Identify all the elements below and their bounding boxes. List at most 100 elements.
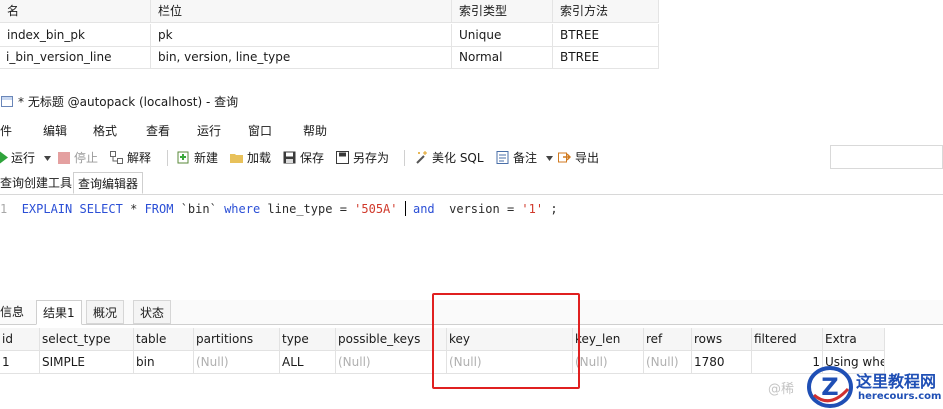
tab-query-editor[interactable]: 查询编辑器: [73, 172, 144, 194]
sql-string: '1': [521, 202, 544, 216]
tab-status[interactable]: 状态: [133, 300, 172, 324]
comment-icon: [496, 151, 509, 164]
column-header-extra[interactable]: Extra: [823, 328, 885, 350]
sql-keyword: FROM: [144, 202, 174, 216]
menu-bar: 文件 编辑 格式 查看 运行 窗口 帮助: [0, 120, 943, 142]
save-as-button[interactable]: 另存为: [336, 145, 389, 171]
tab-result-1[interactable]: 结果1: [36, 300, 82, 325]
cell-id[interactable]: 1: [0, 351, 40, 373]
index-method-cell[interactable]: BTREE: [553, 24, 659, 46]
stop-button[interactable]: 停止: [58, 145, 98, 171]
index-name-cell[interactable]: index_bin_pk: [0, 24, 151, 46]
site-logo-icon: Z: [807, 366, 853, 408]
index-header-method[interactable]: 索引方法: [553, 0, 659, 22]
menu-run[interactable]: 运行: [197, 120, 221, 142]
column-header-type[interactable]: type: [280, 328, 336, 350]
column-header-partitions[interactable]: partitions: [194, 328, 280, 350]
toolbar-divider: [167, 150, 168, 166]
cell-table[interactable]: bin: [134, 351, 194, 373]
index-header-columns[interactable]: 栏位: [151, 0, 452, 22]
sql-column: line_type: [267, 202, 333, 216]
table-row[interactable]: index_bin_pk pk Unique BTREE: [0, 24, 659, 47]
new-button[interactable]: 新建: [177, 145, 218, 171]
site-name: 这里教程网: [856, 372, 937, 391]
sql-keyword: SELECT: [79, 202, 123, 216]
menu-window[interactable]: 窗口: [248, 120, 272, 142]
column-header-possible-keys[interactable]: possible_keys: [336, 328, 447, 350]
tab-query-builder[interactable]: 查询创建工具: [0, 172, 76, 194]
comment-label: 备注: [513, 151, 538, 165]
cell-key-len[interactable]: (Null): [573, 351, 644, 373]
cell-type[interactable]: ALL: [280, 351, 336, 373]
save-button[interactable]: 保存: [283, 145, 324, 171]
chevron-down-icon[interactable]: [545, 156, 553, 161]
tab-profile[interactable]: 概况: [86, 300, 125, 324]
cell-possible-keys[interactable]: (Null): [336, 351, 447, 373]
toolbar-divider: [404, 150, 405, 166]
column-header-key-len[interactable]: key_len: [573, 328, 644, 350]
table-row[interactable]: i_bin_version_line bin, version, line_ty…: [0, 46, 659, 69]
search-input[interactable]: [830, 145, 943, 169]
index-method-cell[interactable]: BTREE: [553, 46, 659, 68]
sql-token: *: [130, 202, 138, 216]
window-titlebar: * 无标题 @autopack (localhost) - 查询: [0, 91, 943, 113]
menu-edit[interactable]: 编辑: [43, 120, 67, 142]
export-icon: [558, 152, 571, 163]
cell-rows[interactable]: 1780: [692, 351, 752, 373]
logo-letter: Z: [821, 373, 838, 401]
text-caret: [404, 201, 406, 216]
index-type-cell[interactable]: Normal: [452, 46, 553, 68]
sql-token: ;: [550, 202, 558, 216]
column-header-table[interactable]: table: [134, 328, 194, 350]
cell-partitions[interactable]: (Null): [194, 351, 280, 373]
stop-icon: [58, 152, 70, 164]
save-as-icon: [336, 151, 349, 164]
index-header-type[interactable]: 索引类型: [452, 0, 553, 22]
menu-format[interactable]: 格式: [93, 120, 117, 142]
sql-token: =: [339, 202, 347, 216]
column-header-ref[interactable]: ref: [644, 328, 692, 350]
run-button[interactable]: 运行: [0, 145, 51, 171]
editor-tabs: 查询创建工具 查询编辑器: [0, 172, 943, 195]
comment-button[interactable]: 备注: [496, 145, 553, 171]
index-type-cell[interactable]: Unique: [452, 24, 553, 46]
menu-file[interactable]: 文件: [0, 120, 12, 142]
beautify-sql-button[interactable]: 美化 SQL: [415, 145, 484, 171]
sql-keyword: where: [224, 202, 261, 216]
column-header-id[interactable]: id: [0, 328, 40, 350]
menu-view[interactable]: 查看: [146, 120, 170, 142]
index-name-cell[interactable]: i_bin_version_line: [0, 46, 151, 68]
site-url: herecours.com: [858, 391, 942, 402]
load-button[interactable]: 加载: [230, 145, 271, 171]
menu-help[interactable]: 帮助: [303, 120, 327, 142]
line-number: 1: [0, 202, 8, 216]
index-header-name[interactable]: 名: [0, 0, 151, 22]
sql-column: version: [449, 202, 500, 216]
chevron-down-icon[interactable]: [43, 156, 51, 161]
watermark-text: @稀: [768, 382, 795, 397]
explain-label: 解释: [127, 151, 152, 165]
toolbar: 运行 停止 解释 新建 加载 保存 另存为 美化 SQL 备注 导出: [0, 145, 943, 171]
tab-message[interactable]: 信息: [0, 300, 30, 324]
column-header-rows[interactable]: rows: [692, 328, 752, 350]
code-line: 1 EXPLAIN SELECT * FROM `bin` where line…: [0, 200, 558, 218]
index-columns-cell[interactable]: bin, version, line_type: [151, 46, 452, 68]
sql-string: '505A': [354, 202, 398, 216]
export-button[interactable]: 导出: [558, 145, 599, 171]
save-icon: [283, 151, 296, 164]
index-columns-cell[interactable]: pk: [151, 24, 452, 46]
cell-select-type[interactable]: SIMPLE: [40, 351, 134, 373]
sql-token: =: [506, 202, 515, 216]
load-label: 加载: [247, 151, 272, 165]
magic-wand-icon: [416, 151, 427, 164]
run-label: 运行: [11, 151, 36, 165]
cell-ref[interactable]: (Null): [644, 351, 692, 373]
window-title: * 无标题 @autopack (localhost) - 查询: [18, 95, 239, 109]
explain-button[interactable]: 解释: [110, 145, 151, 171]
sql-editor[interactable]: 1 EXPLAIN SELECT * FROM `bin` where line…: [0, 195, 943, 295]
play-icon: [0, 151, 8, 164]
key-column-highlight: [432, 293, 580, 389]
save-label: 保存: [300, 151, 325, 165]
column-header-filtered[interactable]: filtered: [752, 328, 823, 350]
column-header-select-type[interactable]: select_type: [40, 328, 134, 350]
